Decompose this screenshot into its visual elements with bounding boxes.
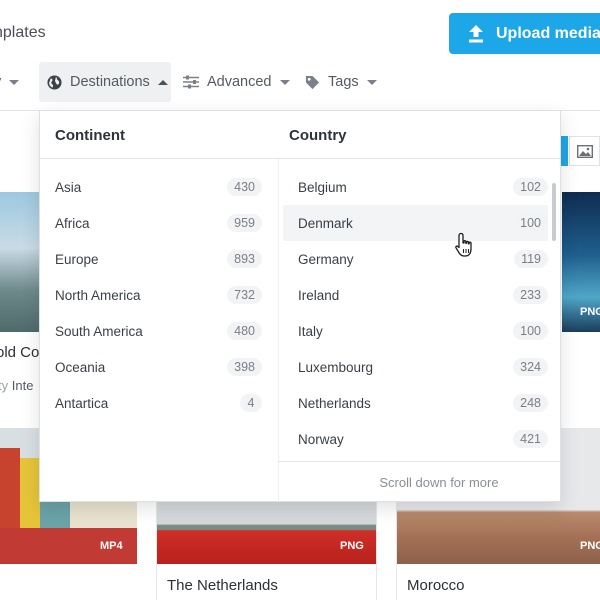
continent-option[interactable]: South America 480 <box>40 313 262 349</box>
media-card-meta-a: ty <box>0 378 9 393</box>
media-thumbnail[interactable] <box>0 192 40 332</box>
media-format-badge: MP4 <box>100 540 123 552</box>
continent-name: Asia <box>55 179 82 195</box>
media-format-badge: PNG <box>340 540 364 552</box>
sliders-icon <box>183 75 199 89</box>
media-thumbnail[interactable]: PNG <box>157 502 376 564</box>
media-format-badge: PNG <box>580 540 600 552</box>
continent-option[interactable]: Antartica 4 <box>40 385 262 421</box>
country-list-scrollbar[interactable] <box>552 183 556 241</box>
continent-name: Europe <box>55 251 99 267</box>
building-red <box>0 448 20 528</box>
hand-pointer-icon <box>455 232 472 257</box>
country-option[interactable]: Belgium 102 <box>283 169 548 205</box>
continent-name: Antartica <box>55 395 109 411</box>
filter-category[interactable]: y <box>0 62 20 102</box>
continent-name: North America <box>55 287 141 303</box>
continent-heading: Continent <box>55 127 125 144</box>
country-count: 100 <box>513 214 548 232</box>
continent-option[interactable]: North America 732 <box>40 277 262 313</box>
chevron-down-icon <box>366 79 377 85</box>
filter-tags[interactable]: Tags <box>305 62 377 102</box>
continent-option[interactable]: Oceania 398 <box>40 349 262 385</box>
filter-advanced[interactable]: Advanced <box>183 62 290 102</box>
country-option[interactable]: Germany 119 <box>283 241 548 277</box>
country-name: Netherlands <box>298 395 371 411</box>
continent-count: 732 <box>227 286 262 304</box>
media-card-title[interactable]: old Co <box>0 344 40 361</box>
chevron-down-icon <box>279 79 290 85</box>
continent-option[interactable]: Asia 430 <box>40 169 262 205</box>
country-option[interactable]: Italy 100 <box>283 313 548 349</box>
country-option[interactable]: Ireland 233 <box>283 277 548 313</box>
country-name: Norway <box>298 431 344 447</box>
continent-name: Oceania <box>55 359 106 375</box>
column-divider <box>278 159 279 502</box>
upload-media-button[interactable]: Upload media <box>449 13 600 54</box>
country-count: 102 <box>513 178 548 196</box>
search-bar-edge <box>560 136 568 166</box>
country-name: Germany <box>298 251 354 267</box>
country-option[interactable]: Luxembourg 324 <box>283 349 548 385</box>
media-card-meta: ty Inte <box>0 378 33 393</box>
chevron-up-icon <box>157 79 168 85</box>
chevron-down-icon <box>9 79 20 85</box>
country-count: 100 <box>513 322 548 340</box>
continent-count: 4 <box>240 394 262 412</box>
destinations-dropdown: Continent Country Asia 430 Africa 959 Eu… <box>39 110 561 502</box>
country-name: Belgium <box>298 179 347 195</box>
building-yellow <box>20 458 40 528</box>
continent-count: 430 <box>227 178 262 196</box>
country-name: Denmark <box>298 215 353 231</box>
continent-option[interactable]: Africa 959 <box>40 205 262 241</box>
media-card-title[interactable]: The Netherlands <box>167 577 278 594</box>
media-format-badge: PNG <box>580 306 600 318</box>
continent-count: 893 <box>227 250 262 268</box>
country-name: Italy <box>298 323 323 339</box>
image-icon <box>576 144 593 158</box>
country-count: 119 <box>514 250 548 268</box>
continent-count: 480 <box>227 322 262 340</box>
country-option[interactable]: Norway 421 <box>283 421 548 457</box>
continent-option[interactable]: Europe 893 <box>40 241 262 277</box>
media-thumbnail[interactable]: PNG <box>562 192 600 332</box>
upload-icon <box>469 24 483 42</box>
continent-name: Africa <box>55 215 90 231</box>
country-count: 248 <box>513 394 548 412</box>
media-card-meta-b: Inte <box>11 378 34 393</box>
filter-tags-label: Tags <box>328 74 359 90</box>
filter-advanced-label: Advanced <box>207 74 272 90</box>
tag-icon <box>305 75 320 89</box>
filter-destinations[interactable]: Destinations <box>39 62 171 102</box>
country-option[interactable]: Denmark 100 <box>283 205 548 241</box>
image-view-toggle[interactable] <box>569 136 600 166</box>
scroll-hint: Scroll down for more <box>379 474 499 490</box>
filter-category-label: y <box>0 74 1 90</box>
country-count: 324 <box>513 358 548 376</box>
country-name: Ireland <box>298 287 340 303</box>
continent-count: 959 <box>227 214 262 232</box>
country-name: Luxembourg <box>298 359 374 375</box>
page-title: nplates <box>0 24 46 41</box>
continent-count: 398 <box>227 358 262 376</box>
media-card-title[interactable]: Morocco <box>407 577 465 594</box>
country-count: 233 <box>513 286 548 304</box>
country-heading: Country <box>289 127 347 144</box>
dropdown-header-divider <box>40 158 560 159</box>
country-count: 421 <box>513 430 548 448</box>
filter-destinations-label: Destinations <box>70 74 150 90</box>
upload-media-label: Upload media <box>496 24 600 42</box>
continent-name: South America <box>55 323 143 339</box>
country-option[interactable]: Netherlands 248 <box>283 385 548 421</box>
globe-icon <box>47 74 62 90</box>
